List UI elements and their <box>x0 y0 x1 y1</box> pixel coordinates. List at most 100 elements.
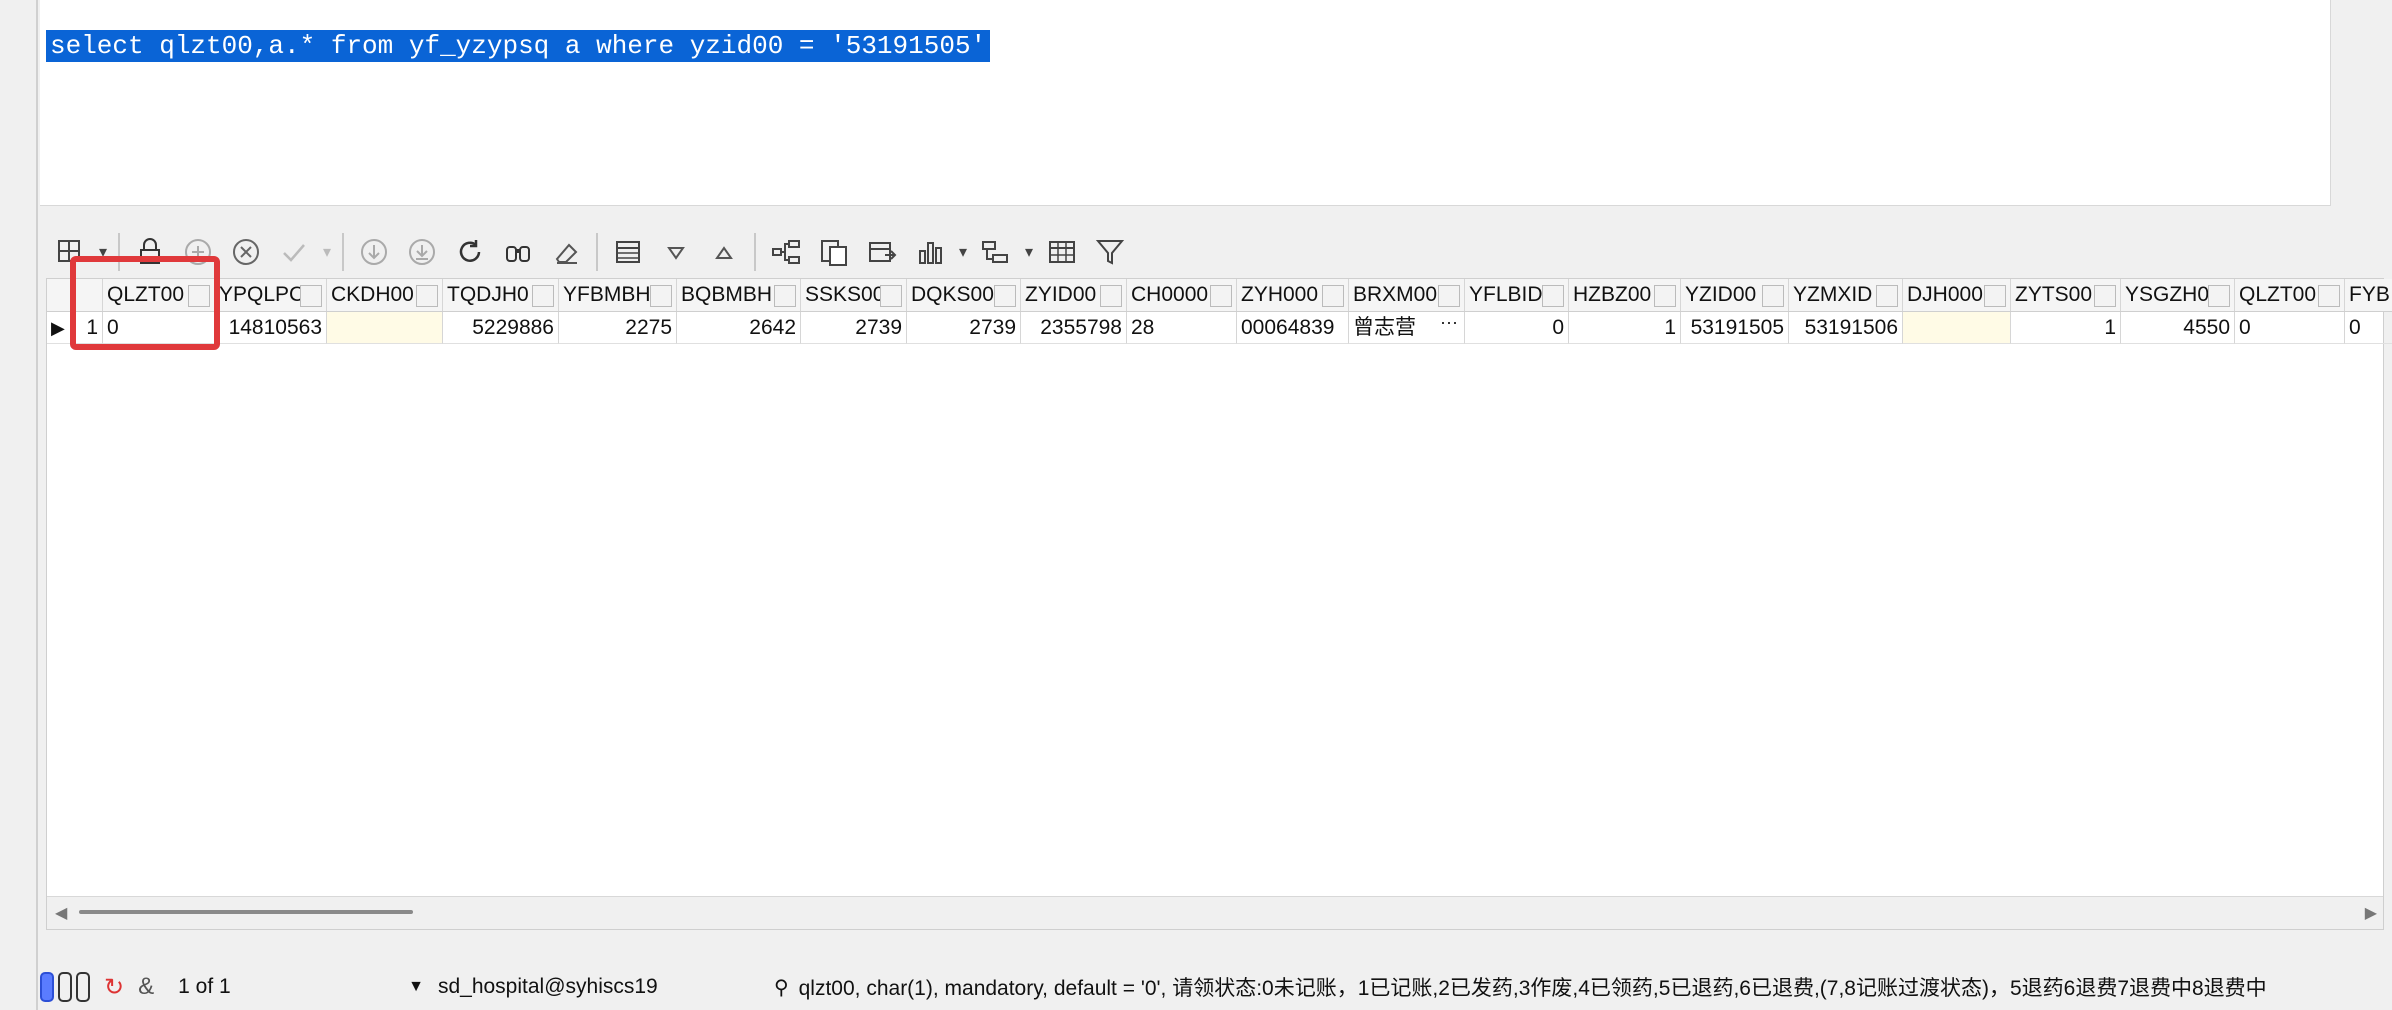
table-cell[interactable]: 0 <box>2345 312 2392 344</box>
column-sort-box[interactable] <box>1322 285 1344 307</box>
table-cell[interactable] <box>1903 312 2011 344</box>
chart-dropdown[interactable]: ▾ <box>954 242 972 262</box>
refresh-icon[interactable] <box>446 229 494 275</box>
column-header[interactable]: HZBZ00 <box>1569 279 1681 311</box>
table-cell[interactable]: 5229886 <box>443 312 559 344</box>
scroll-right-icon[interactable]: ▶ <box>2365 903 2377 923</box>
column-header[interactable]: ZYTS00 <box>2011 279 2121 311</box>
scrollbar-thumb[interactable] <box>79 910 413 914</box>
table-cell[interactable]: 2642 <box>677 312 801 344</box>
horizontal-scrollbar[interactable]: ◀ ▶ <box>47 896 2383 929</box>
column-sort-box[interactable] <box>2094 285 2116 307</box>
tx-indicator-icon <box>40 972 90 1002</box>
column-header[interactable]: BQBMBH <box>677 279 801 311</box>
table-cell[interactable]: 1 <box>2011 312 2121 344</box>
table-cell[interactable]: 2355798 <box>1021 312 1127 344</box>
table-cell[interactable]: 曾志营 ··· <box>1349 312 1465 344</box>
apply-dropdown[interactable]: ▾ <box>318 242 336 262</box>
table-cell[interactable]: 0 <box>2235 312 2345 344</box>
toolbar-separator <box>342 233 344 271</box>
group-dropdown[interactable]: ▾ <box>1020 242 1038 262</box>
column-sort-box[interactable] <box>994 285 1016 307</box>
table-cell[interactable]: 53191506 <box>1789 312 1903 344</box>
column-sort-box[interactable] <box>532 285 554 307</box>
column-sort-box[interactable] <box>1100 285 1122 307</box>
column-header[interactable]: YFLBID <box>1465 279 1569 311</box>
delete-row-icon[interactable] <box>222 229 270 275</box>
find-icon[interactable] <box>494 229 542 275</box>
column-sort-box[interactable] <box>650 285 672 307</box>
column-sort-box[interactable] <box>300 285 322 307</box>
column-sort-box[interactable] <box>1438 285 1460 307</box>
column-header[interactable]: YZMXID <box>1789 279 1903 311</box>
column-sort-box[interactable] <box>774 285 796 307</box>
column-header[interactable]: YZID00 <box>1681 279 1789 311</box>
column-header[interactable]: DQKS00 <box>907 279 1021 311</box>
copy-icon[interactable] <box>810 229 858 275</box>
column-header[interactable]: SSKS00 <box>801 279 907 311</box>
chart-icon[interactable] <box>906 229 954 275</box>
column-sort-box[interactable] <box>1210 285 1232 307</box>
grid-header-row: QLZT00 YPQLPC CKDH00 TQDJH0 YFBMBH BQBMB… <box>47 279 2392 312</box>
connection-label[interactable]: sd_hospital@syhiscs19 <box>438 975 774 999</box>
table-icon[interactable] <box>1038 229 1086 275</box>
funnel-icon[interactable] <box>1086 229 1134 275</box>
table-cell[interactable]: 14810563 <box>215 312 327 344</box>
table-cell[interactable]: 2739 <box>801 312 907 344</box>
table-cell[interactable]: 1 <box>1569 312 1681 344</box>
column-sort-box[interactable] <box>2208 285 2230 307</box>
group-icon[interactable] <box>972 229 1020 275</box>
connection-dropdown-icon[interactable]: ▼ <box>408 978 424 996</box>
column-header[interactable]: YFBMBH <box>559 279 677 311</box>
toolbar-separator <box>596 233 598 271</box>
fetch-next-icon[interactable] <box>350 229 398 275</box>
table-cell[interactable]: 53191505 <box>1681 312 1789 344</box>
table-cell[interactable]: 0 <box>1465 312 1569 344</box>
column-sort-box[interactable] <box>2318 285 2340 307</box>
column-header[interactable]: ZYH000 <box>1237 279 1349 311</box>
clear-icon[interactable] <box>542 229 590 275</box>
fetch-all-icon[interactable] <box>398 229 446 275</box>
table-cell[interactable] <box>327 312 443 344</box>
apply-icon[interactable] <box>270 229 318 275</box>
filter-up-icon[interactable] <box>700 229 748 275</box>
record-view-icon[interactable] <box>604 229 652 275</box>
filter-down-icon[interactable] <box>652 229 700 275</box>
column-header[interactable]: QLZT00 <box>2235 279 2345 311</box>
refresh-timer-icon[interactable]: ↻ <box>104 973 124 1002</box>
table-cell[interactable]: 4550 <box>2121 312 2235 344</box>
column-header[interactable]: ZYID00 <box>1021 279 1127 311</box>
column-sort-box[interactable] <box>1762 285 1784 307</box>
ampersand-icon[interactable]: & <box>138 973 154 1001</box>
column-sort-box[interactable] <box>1654 285 1676 307</box>
table-cell[interactable]: 2275 <box>559 312 677 344</box>
grid-toolbar: ▾ ▾ ▾ ▾ <box>46 226 2346 278</box>
column-sort-box[interactable] <box>880 285 902 307</box>
column-sort-box[interactable] <box>1984 285 2006 307</box>
row-pointer-icon: ▶ <box>51 318 65 338</box>
column-sort-box[interactable] <box>416 285 438 307</box>
tree-icon[interactable] <box>762 229 810 275</box>
column-sort-box[interactable] <box>1876 285 1898 307</box>
ellipsis-button[interactable]: ··· <box>1440 312 1458 338</box>
column-header[interactable]: FYB <box>2345 279 2392 311</box>
column-header[interactable]: CKDH00 <box>327 279 443 311</box>
sql-text[interactable]: select qlzt00,a.* from yf_yzypsq a where… <box>46 30 991 62</box>
table-cell[interactable]: 00064839 <box>1237 312 1349 344</box>
result-grid[interactable]: QLZT00 YPQLPC CKDH00 TQDJH0 YFBMBH BQBMB… <box>46 278 2392 930</box>
scroll-left-icon[interactable]: ◀ <box>55 903 67 923</box>
column-sort-box[interactable] <box>1542 285 1564 307</box>
table-row[interactable]: ▶ 1 0 14810563 5229886 2275 2642 2739 27… <box>47 312 2392 344</box>
column-header[interactable]: YSGZH0 <box>2121 279 2235 311</box>
sql-editor[interactable]: select qlzt00,a.* from yf_yzypsq a where… <box>40 0 2331 206</box>
column-header[interactable]: BRXM00 <box>1349 279 1465 311</box>
column-header[interactable]: DJH000 <box>1903 279 2011 311</box>
grid-table: QLZT00 YPQLPC CKDH00 TQDJH0 YFBMBH BQBMB… <box>47 279 2392 344</box>
annotation-highlight-box <box>70 256 220 350</box>
export-icon[interactable] <box>858 229 906 275</box>
table-cell[interactable]: 2739 <box>907 312 1021 344</box>
column-header[interactable]: TQDJH0 <box>443 279 559 311</box>
table-cell[interactable]: 28 <box>1127 312 1237 344</box>
column-header[interactable]: YPQLPC <box>215 279 327 311</box>
column-header[interactable]: CH0000 <box>1127 279 1237 311</box>
